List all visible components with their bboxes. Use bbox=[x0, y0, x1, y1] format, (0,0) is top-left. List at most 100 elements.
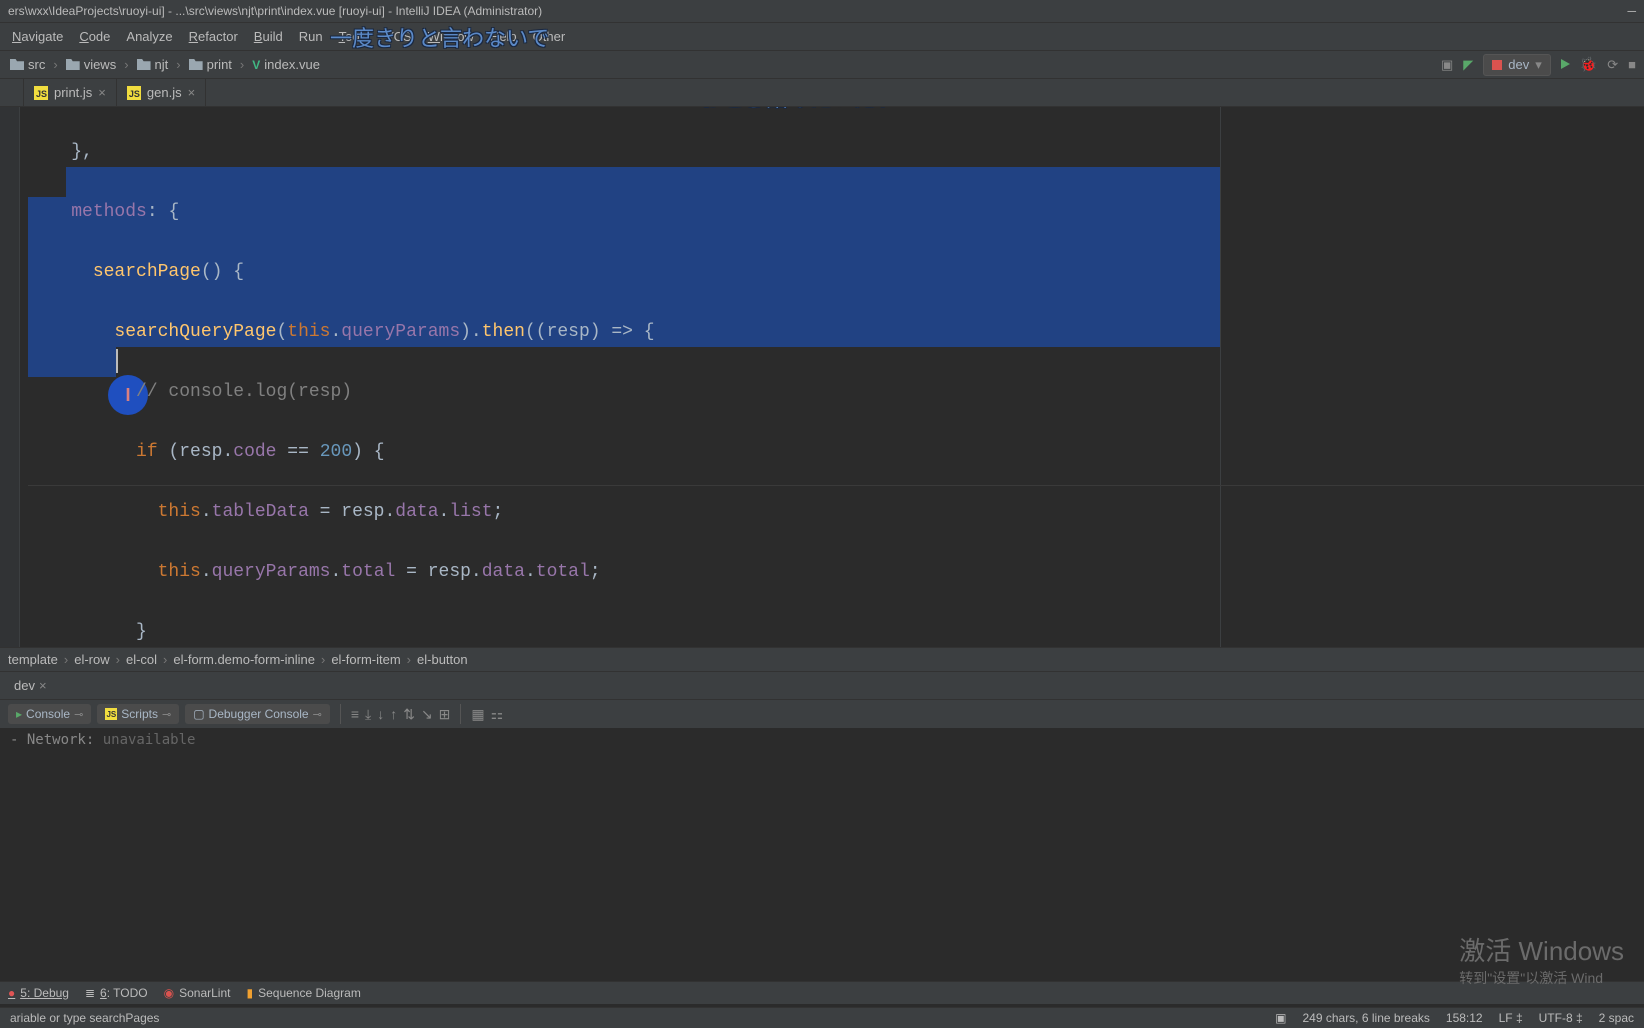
chevron-icon: › bbox=[176, 57, 180, 72]
sonarlint-tool-tab[interactable]: ◉ SonarLint bbox=[164, 986, 231, 1000]
terminal-icon: ▢ bbox=[193, 707, 204, 721]
title-bar: ers\wxx\IdeaProjects\ruoyi-ui] - ...\src… bbox=[0, 0, 1644, 23]
close-icon[interactable]: × bbox=[39, 678, 47, 693]
crumb-njt[interactable]: njt bbox=[133, 55, 173, 74]
structure-breadcrumb: template › el-row › el-col › el-form.dem… bbox=[0, 647, 1644, 671]
crumb-el-col[interactable]: el-col bbox=[126, 652, 157, 667]
run-button[interactable] bbox=[1561, 57, 1570, 72]
path-breadcrumb: src › views › njt › print › Vindex.vue ▣… bbox=[0, 51, 1644, 79]
debug-tab-dev[interactable]: dev × bbox=[4, 674, 57, 697]
chevron-icon: › bbox=[53, 57, 57, 72]
crumb-el-button[interactable]: el-button bbox=[417, 652, 468, 667]
tab-gen-js[interactable]: JS gen.js × bbox=[117, 79, 206, 106]
folder-icon bbox=[10, 59, 24, 70]
status-selection: 249 chars, 6 line breaks bbox=[1302, 1011, 1429, 1025]
menu-navigate[interactable]: NNavigateavigate bbox=[4, 25, 71, 48]
debug-toolbar: ▸ Console ⊸ JS Scripts ⊸ ▢ Debugger Cons… bbox=[0, 699, 1644, 728]
run-to-cursor-icon[interactable]: ↘ bbox=[421, 706, 433, 723]
back-icon[interactable]: ◤ bbox=[1463, 57, 1473, 73]
run-config-selector[interactable]: dev ▾ bbox=[1483, 54, 1551, 76]
bug-icon: ● bbox=[8, 986, 15, 1000]
crumb-views[interactable]: views bbox=[62, 55, 121, 74]
play-icon bbox=[1561, 59, 1570, 69]
crumb-file[interactable]: Vindex.vue bbox=[248, 55, 324, 74]
layout-icon[interactable]: ▣ bbox=[1441, 57, 1453, 73]
status-indent[interactable]: 2 spac bbox=[1599, 1011, 1634, 1025]
crumb-el-row[interactable]: el-row bbox=[74, 652, 109, 667]
window-controls: ─ bbox=[1615, 4, 1636, 18]
divider bbox=[340, 704, 341, 724]
debugger-console-tab-button[interactable]: ▢ Debugger Console ⊸ bbox=[185, 704, 330, 724]
chevron-icon: › bbox=[64, 652, 68, 667]
todo-icon: ≣ bbox=[85, 986, 95, 1000]
step-into-icon[interactable]: ↓ bbox=[377, 706, 384, 722]
chevron-icon: › bbox=[407, 652, 411, 667]
window-title: ers\wxx\IdeaProjects\ruoyi-ui] - ...\src… bbox=[8, 4, 542, 18]
status-message: ariable or type searchPages bbox=[10, 1011, 159, 1025]
console-icon: ▸ bbox=[16, 707, 22, 721]
chevron-icon: › bbox=[240, 57, 244, 72]
crumb-el-form-item[interactable]: el-form-item bbox=[331, 652, 400, 667]
todo-tool-tab[interactable]: ≣ 6: TODO bbox=[85, 986, 148, 1000]
console-output[interactable]: - Network: unavailable bbox=[0, 728, 1644, 752]
status-line-sep[interactable]: LF ‡ bbox=[1499, 1011, 1523, 1025]
debug-button[interactable]: 🐞 bbox=[1580, 56, 1597, 73]
js-icon: JS bbox=[127, 86, 141, 100]
stop-button[interactable]: ■ bbox=[1628, 57, 1636, 72]
minimize-button[interactable]: ─ bbox=[1627, 4, 1636, 18]
pin-icon[interactable]: ⊸ bbox=[162, 708, 171, 721]
menu-analyze[interactable]: Analyze bbox=[118, 25, 180, 48]
terminal-shortcut-icon[interactable]: ▣ bbox=[1275, 1011, 1286, 1025]
menu-bar: NNavigateavigate Code Analyze Refactor B… bbox=[0, 23, 1644, 51]
pin-icon[interactable]: ⊸ bbox=[74, 708, 83, 721]
chevron-icon: › bbox=[116, 652, 120, 667]
step-over-icon[interactable]: ⤓ bbox=[365, 706, 371, 723]
menu-refactor[interactable]: Refactor bbox=[181, 25, 246, 48]
close-icon[interactable]: × bbox=[188, 85, 196, 100]
chevron-icon: › bbox=[163, 652, 167, 667]
filter-icon[interactable]: ≡ bbox=[351, 706, 359, 722]
settings-icon[interactable]: ⚏ bbox=[491, 706, 504, 723]
tab-print-js[interactable]: JS print.js × bbox=[24, 79, 117, 106]
editor-tabs: JS print.js × JS gen.js × bbox=[0, 79, 1644, 107]
close-icon[interactable]: × bbox=[98, 85, 106, 100]
debug-session-tabs: dev × bbox=[0, 671, 1644, 699]
folder-icon bbox=[66, 59, 80, 70]
folder-icon bbox=[189, 59, 203, 70]
layout-icon[interactable]: ▦ bbox=[471, 706, 484, 723]
crumb-el-form[interactable]: el-form.demo-form-inline bbox=[173, 652, 315, 667]
code-content: }, methods: { searchPage() { searchQuery… bbox=[0, 107, 1644, 647]
coverage-button[interactable]: ⟳ bbox=[1607, 57, 1618, 73]
debug-tool-tab[interactable]: ● 5: Debug bbox=[8, 986, 69, 1000]
status-encoding[interactable]: UTF-8 ‡ bbox=[1539, 1011, 1583, 1025]
subtitle-overlay-top: 一度きりと言わないで bbox=[330, 21, 549, 53]
crumb-print[interactable]: print bbox=[185, 55, 236, 74]
sonar-icon: ◉ bbox=[164, 986, 174, 1000]
code-editor[interactable]: }, methods: { searchPage() { searchQuery… bbox=[0, 107, 1644, 647]
divider bbox=[460, 704, 461, 724]
text-caret bbox=[116, 349, 118, 373]
evaluate-icon[interactable]: ⊞ bbox=[439, 706, 451, 723]
menu-build[interactable]: Build bbox=[246, 25, 291, 48]
sequence-diagram-tool-tab[interactable]: ▮ Sequence Diagram bbox=[246, 986, 360, 1000]
crumb-src[interactable]: src bbox=[6, 55, 49, 74]
chevron-down-icon: ▾ bbox=[1535, 57, 1542, 73]
folder-icon bbox=[137, 59, 151, 70]
chevron-icon: › bbox=[124, 57, 128, 72]
crumb-template[interactable]: template bbox=[8, 652, 58, 667]
subtitle-overlay-mid: おとぎ話みたいだね bbox=[700, 107, 898, 113]
windows-activation-watermark: 激活 Windows 转到"设置"以激活 Wind bbox=[1459, 931, 1624, 988]
chevron-icon: › bbox=[321, 652, 325, 667]
fold-separator bbox=[28, 485, 1644, 486]
force-step-icon[interactable]: ⇅ bbox=[403, 706, 415, 723]
scripts-tab-button[interactable]: JS Scripts ⊸ bbox=[97, 704, 179, 724]
console-tab-button[interactable]: ▸ Console ⊸ bbox=[8, 704, 91, 724]
menu-code[interactable]: Code bbox=[71, 25, 118, 48]
status-caret-position[interactable]: 158:12 bbox=[1446, 1011, 1483, 1025]
bottom-tool-tabs: ● 5: Debug ≣ 6: TODO ◉ SonarLint ▮ Seque… bbox=[0, 981, 1644, 1004]
step-out-icon[interactable]: ↑ bbox=[390, 706, 397, 722]
vue-icon: V bbox=[252, 58, 260, 72]
config-icon bbox=[1492, 60, 1502, 70]
menu-run[interactable]: Run bbox=[291, 25, 331, 48]
pin-icon[interactable]: ⊸ bbox=[313, 708, 322, 721]
